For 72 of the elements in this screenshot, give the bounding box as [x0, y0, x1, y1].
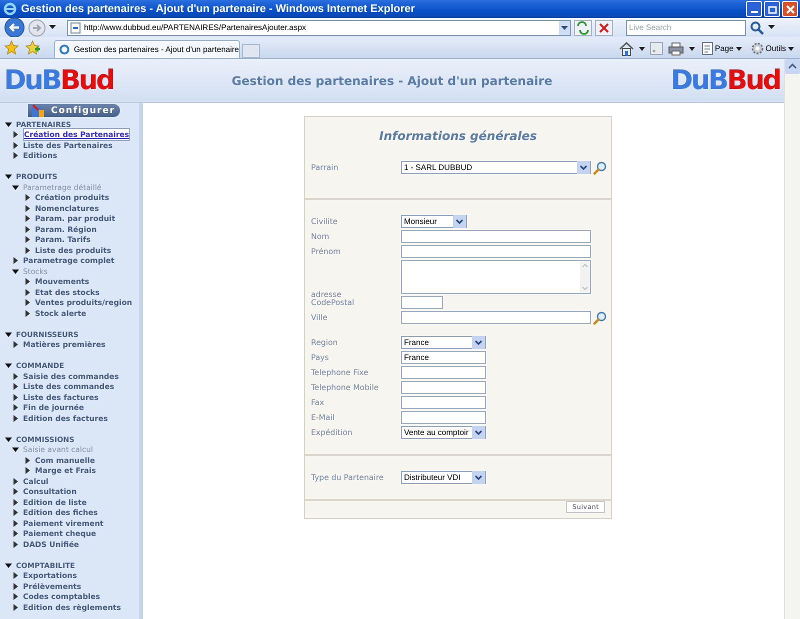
dropdown[interactable]: Vente au comptoir	[401, 426, 486, 439]
browser-logo-icon	[3, 2, 17, 16]
configure-button[interactable]: Configurer	[28, 104, 120, 117]
printer-icon[interactable]	[668, 42, 684, 56]
page-title: Gestion des partenaires - Ajout d'un partenaire	[232, 74, 552, 88]
expanded-arrow-icon[interactable]	[5, 330, 12, 338]
dropdown-icon[interactable]	[638, 46, 645, 50]
input-field[interactable]	[401, 311, 591, 324]
dropdown-icon	[736, 46, 742, 50]
collapsed-arrow-icon[interactable]	[12, 341, 19, 348]
toolbar-menu[interactable]: Outils	[748, 42, 796, 55]
expanded-arrow-icon[interactable]	[5, 436, 12, 443]
dropdown[interactable]: 1 - SARL DUBBUD	[401, 161, 591, 174]
search-field[interactable]: Live Search	[626, 20, 746, 36]
dropdown[interactable]: France	[401, 336, 486, 349]
search-icon[interactable]	[593, 160, 607, 174]
address-field[interactable]: http://www.dubbud.eu/PARTENAIRES/PartenairesAjouter.aspx	[67, 20, 571, 36]
dropdown-icon[interactable]	[768, 25, 775, 30]
dropdown-icon	[472, 336, 485, 349]
dropdown-icon[interactable]	[688, 46, 695, 50]
dropdown-icon	[472, 471, 485, 484]
expanded-arrow-icon[interactable]	[12, 184, 19, 191]
input-field[interactable]	[401, 230, 591, 243]
back-icon[interactable]	[4, 17, 25, 38]
browser-tab[interactable]: Gestion des partenaires - Ajout d'un partenaire	[54, 40, 240, 58]
restore-button[interactable]	[764, 1, 780, 17]
logo: DuBBud	[4, 67, 114, 94]
close-button[interactable]	[782, 1, 798, 17]
expanded-arrow-icon[interactable]	[5, 120, 12, 128]
dropdown[interactable]: Monsieur	[401, 215, 467, 228]
scroll-up-icon[interactable]	[785, 59, 800, 74]
minimize-icon	[750, 11, 758, 13]
minimize-button[interactable]	[746, 1, 762, 17]
expanded-arrow-icon[interactable]	[5, 173, 12, 180]
expanded-arrow-icon[interactable]	[5, 562, 12, 569]
input-field[interactable]	[401, 396, 486, 409]
dropdown-icon	[577, 161, 590, 174]
page-icon	[70, 22, 81, 34]
tools-icon	[30, 104, 46, 118]
window-title: Gestion des partenaires - Ajout d'un partenaire - Windows Internet Explorer	[21, 3, 416, 15]
scrollbar[interactable]	[580, 261, 590, 293]
add-favorite-icon[interactable]	[25, 40, 40, 55]
logo: DuBBud	[670, 67, 780, 94]
scrollbar[interactable]	[784, 59, 800, 619]
expanded-arrow-icon[interactable]	[12, 268, 19, 275]
home-icon[interactable]	[618, 42, 634, 56]
search-icon[interactable]	[593, 310, 607, 324]
input-field[interactable]: France	[401, 351, 486, 364]
dropdown-icon	[472, 426, 485, 439]
dropdown-icon[interactable]	[559, 20, 570, 34]
input-field[interactable]	[401, 411, 486, 424]
input-field[interactable]	[401, 366, 486, 379]
stop-icon[interactable]	[595, 20, 613, 36]
input-field[interactable]	[401, 245, 591, 258]
search-icon[interactable]	[749, 20, 765, 36]
dropdown-icon[interactable]	[49, 25, 56, 30]
expanded-arrow-icon[interactable]	[5, 362, 12, 370]
browser-logo-icon	[59, 44, 70, 55]
input-field[interactable]	[401, 381, 486, 394]
input-field[interactable]	[401, 296, 443, 309]
toolbar-menu[interactable]: Page	[700, 42, 744, 55]
dropdown-icon	[453, 215, 466, 228]
refresh-icon[interactable]	[574, 20, 592, 36]
page-icon	[702, 42, 713, 55]
close-icon	[786, 4, 794, 14]
gear-icon	[750, 42, 764, 55]
expanded-arrow-icon[interactable]	[12, 446, 19, 454]
dropdown-icon	[788, 46, 794, 50]
restore-icon	[768, 4, 776, 14]
star-icon[interactable]	[4, 40, 19, 55]
dropdown[interactable]: Distributeur VDI	[401, 471, 486, 484]
form-title: Informations générales	[378, 128, 538, 145]
